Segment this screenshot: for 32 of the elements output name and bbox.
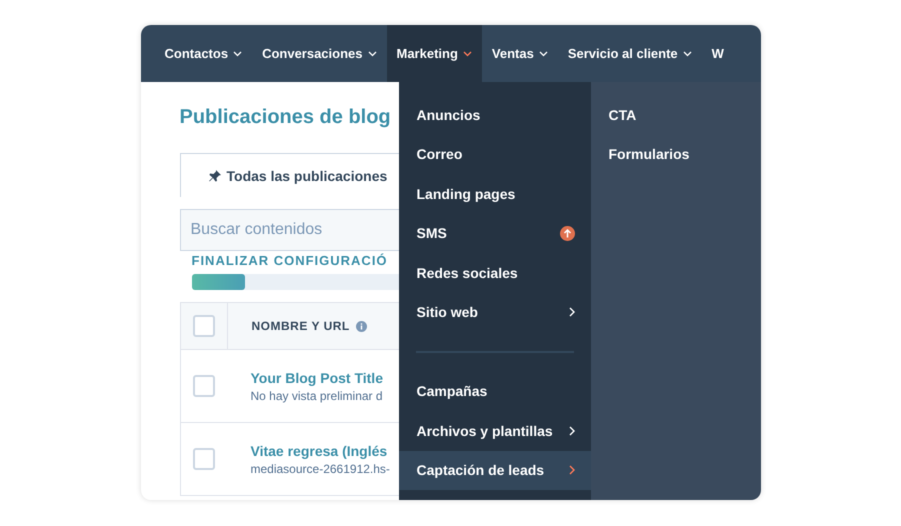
nav-menu-item[interactable]: Marketing bbox=[386, 25, 482, 82]
menu-item[interactable]: Sitio web bbox=[398, 292, 590, 332]
submenu-item[interactable]: CTA bbox=[590, 95, 760, 134]
menu-item[interactable]: SMS bbox=[398, 214, 590, 253]
row-checkbox[interactable] bbox=[192, 375, 214, 397]
row-checkbox[interactable] bbox=[192, 448, 214, 470]
post-url-text: No hay vista preliminar d bbox=[250, 388, 383, 402]
menu-item[interactable]: Anuncios bbox=[398, 95, 590, 134]
menu-item[interactable]: Campañas bbox=[398, 372, 590, 411]
info-icon bbox=[356, 320, 367, 332]
menu-item[interactable]: Landing pages bbox=[398, 174, 590, 214]
search-field[interactable]: Buscar contenidos bbox=[180, 209, 398, 251]
nav-menu-item[interactable]: Servicio al cliente bbox=[558, 25, 702, 82]
submenu-item[interactable]: Formularios bbox=[590, 134, 760, 174]
post-title-link[interactable]: Your Blog Post Title bbox=[250, 370, 383, 386]
select-all-checkbox[interactable] bbox=[192, 315, 214, 337]
setup-progress-label: FINALIZAR CONFIGURACIÓ bbox=[192, 253, 389, 268]
view-tab[interactable]: Todas las publicaciones bbox=[180, 153, 398, 197]
menu-item[interactable]: Correo bbox=[398, 134, 590, 174]
page-title: Publicaciones de blog bbox=[180, 106, 392, 129]
pin-icon bbox=[208, 170, 220, 182]
tab-label: Todas las publicaciones bbox=[226, 168, 388, 184]
nav-menu-item[interactable]: Conversaciones bbox=[252, 25, 386, 82]
nav-menu-item[interactable]: W bbox=[702, 25, 734, 82]
post-url-text: mediasource-2661912.hs- bbox=[250, 462, 390, 476]
post-title-link[interactable]: Vitae regresa (Inglés bbox=[250, 442, 390, 458]
menu-item[interactable]: Captación de leads bbox=[398, 450, 590, 490]
nav-menu-item[interactable]: Ventas bbox=[482, 25, 558, 82]
column-header: NOMBRE Y URL bbox=[252, 319, 350, 333]
nav-menu-item[interactable]: Contactos bbox=[154, 25, 252, 82]
menu-item[interactable]: Redes sociales bbox=[398, 253, 590, 292]
menu-item[interactable]: Archivos y plantillas bbox=[398, 411, 590, 450]
